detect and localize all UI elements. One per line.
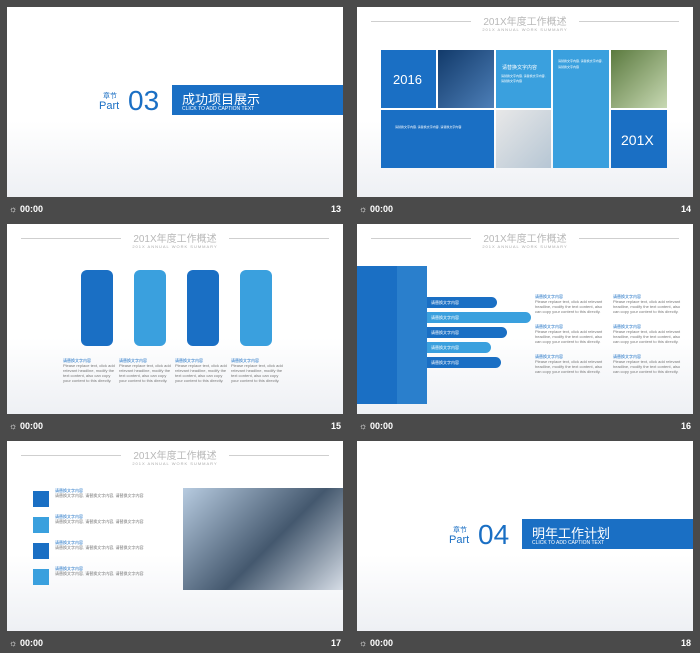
title-banner: 明年工作计划 CLICK TO ADD CAPTION TEXT xyxy=(522,519,693,549)
slide-heading: 201X年度工作概述 xyxy=(357,13,693,28)
duration: 00:00 xyxy=(370,204,394,214)
slide-canvas: 201X年度工作概述 201X ANNUAL WORK SUMMARY 请替换文… xyxy=(7,224,343,414)
text-column: 请替换文字内容, 请替换文字内容, 请替换文字内容 xyxy=(553,50,609,168)
text-column-body: 请替换文字内容, 请替换文字内容, 请替换文字内容 xyxy=(558,59,603,69)
camera-icon xyxy=(33,491,49,507)
status-bar: ☼ 00:00 18 xyxy=(357,635,693,653)
slide-heading: 201X年度工作概述 xyxy=(7,447,343,462)
step-card-2 xyxy=(134,270,166,346)
year-label-2: 201X xyxy=(621,132,654,148)
slide-thumb-15[interactable]: 201X年度工作概述 201X ANNUAL WORK SUMMARY 请替换文… xyxy=(7,224,343,436)
info-4: 请替换文字内容 Please replace text, click add re… xyxy=(613,324,681,344)
clock-icon: ☼ xyxy=(359,421,368,431)
arrow-5: 请替换文字内容 xyxy=(427,357,501,368)
part-label: Part xyxy=(449,534,470,546)
slide-number: 13 xyxy=(330,204,341,214)
slide-number: 18 xyxy=(680,638,691,648)
status-bar: ☼ 00:00 17 xyxy=(7,635,343,653)
slide-thumb-14[interactable]: 201X年度工作概述 201X ANNUAL WORK SUMMARY 2016… xyxy=(357,7,693,219)
slide-subheading: 201X ANNUAL WORK SUMMARY xyxy=(132,461,218,466)
caption-text: CLICK TO ADD CAPTION TEXT xyxy=(532,540,605,546)
slide-number: 15 xyxy=(330,421,341,431)
slide-heading: 201X年度工作概述 xyxy=(357,230,693,245)
slide-canvas: 201X年度工作概述 201X ANNUAL WORK SUMMARY 请替换文… xyxy=(7,441,343,631)
photo-desk xyxy=(496,110,551,168)
slide-thumb-13[interactable]: 章节 Part 03 成功项目展示 CLICK TO ADD CAPTION T… xyxy=(7,7,343,219)
step-card-1 xyxy=(81,270,113,346)
text-tile-body: 请替换文字内容, 请替换文字内容, 请替换文字内容 xyxy=(501,74,546,83)
slide-canvas: 章节 Part 03 成功项目展示 CLICK TO ADD CAPTION T… xyxy=(7,7,343,197)
gift-icon xyxy=(33,517,49,533)
info-1: 请替换文字内容 Please replace text, click add re… xyxy=(535,294,603,314)
list-item-2: 请替换文字内容 请替换文字内容, 请替换文字内容, 请替换文字内容 xyxy=(55,514,144,524)
duration: 00:00 xyxy=(370,638,394,648)
status-bar: ☼ 00:00 16 xyxy=(357,418,693,436)
slide-subheading: 201X ANNUAL WORK SUMMARY xyxy=(482,244,568,249)
photo-handshake xyxy=(183,488,343,590)
list-item-4: 请替换文字内容 请替换文字内容, 请替换文字内容, 请替换文字内容 xyxy=(55,566,144,576)
icon-column xyxy=(357,266,397,404)
part-number: 04 xyxy=(478,519,510,550)
duration: 00:00 xyxy=(20,421,44,431)
step-card-3 xyxy=(187,270,219,346)
arrow-4: 请替换文字内容 xyxy=(427,342,491,353)
arrow-3: 请替换文字内容 xyxy=(427,327,507,338)
grid-icon xyxy=(33,569,49,585)
slide-canvas: 章节 Part 04 明年工作计划 CLICK TO ADD CAPTION T… xyxy=(357,441,693,631)
status-bar: ☼ 00:00 14 xyxy=(357,201,693,219)
year-label: 2016 xyxy=(393,72,422,87)
info-5: 请替换文字内容 Please replace text, click add re… xyxy=(535,354,603,374)
slide-thumb-18[interactable]: 章节 Part 04 明年工作计划 CLICK TO ADD CAPTION T… xyxy=(357,441,693,653)
step-text-1: 请替换文字内容 Please replace text, click add r… xyxy=(63,358,115,383)
text-tile-title: 请替换文字内容 xyxy=(502,65,538,71)
photo-woman xyxy=(611,50,667,108)
step-text-2: 请替换文字内容 Please replace text, click add r… xyxy=(119,358,171,383)
slide-canvas: 201X年度工作概述 201X ANNUAL WORK SUMMARY 请替换文… xyxy=(357,224,693,414)
clock-icon: ☼ xyxy=(9,421,18,431)
info-2: 请替换文字内容 Please replace text, click add re… xyxy=(613,294,681,314)
step-card-4 xyxy=(240,270,272,346)
status-bar: ☼ 00:00 13 xyxy=(7,201,343,219)
duration: 00:00 xyxy=(20,204,44,214)
slide-thumb-16[interactable]: 201X年度工作概述 201X ANNUAL WORK SUMMARY 请替换文… xyxy=(357,224,693,436)
clock-icon: ☼ xyxy=(9,638,18,648)
slide-canvas: 201X年度工作概述 201X ANNUAL WORK SUMMARY 2016… xyxy=(357,7,693,197)
arrow-fan xyxy=(397,266,427,404)
info-3: 请替换文字内容 Please replace text, click add re… xyxy=(535,324,603,344)
part-label: Part xyxy=(99,100,120,112)
duration: 00:00 xyxy=(20,638,44,648)
slide-number: 14 xyxy=(680,204,691,214)
slide-thumb-17[interactable]: 201X年度工作概述 201X ANNUAL WORK SUMMARY 请替换文… xyxy=(7,441,343,653)
photo-tech xyxy=(438,50,494,108)
part-number: 03 xyxy=(128,85,160,116)
arrow-1: 请替换文字内容 xyxy=(427,297,497,308)
list-item-3: 请替换文字内容 请替换文字内容, 请替换文字内容, 请替换文字内容 xyxy=(55,540,144,550)
slide-number: 17 xyxy=(330,638,341,648)
slide-number: 16 xyxy=(680,421,691,431)
slide-heading: 201X年度工作概述 xyxy=(7,230,343,245)
step-text-3: 请替换文字内容 Please replace text, click add r… xyxy=(175,358,227,383)
arrow-2: 请替换文字内容 xyxy=(427,312,531,323)
info-6: 请替换文字内容 Please replace text, click add re… xyxy=(613,354,681,374)
star-icon xyxy=(33,543,49,559)
clock-icon: ☼ xyxy=(359,204,368,214)
year-tile: 2016 xyxy=(381,50,436,108)
text-tile: 请替换文字内容 请替换文字内容, 请替换文字内容, 请替换文字内容 xyxy=(496,50,551,108)
caption-text: CLICK TO ADD CAPTION TEXT xyxy=(182,106,255,112)
list-item-1: 请替换文字内容 请替换文字内容, 请替换文字内容, 请替换文字内容 xyxy=(55,488,144,498)
text-tile-wide-body: 请替换文字内容, 请替换文字内容, 请替换文字内容 xyxy=(395,125,462,129)
step-text-4: 请替换文字内容 Please replace text, click add r… xyxy=(231,358,283,383)
title-banner: 成功项目展示 CLICK TO ADD CAPTION TEXT xyxy=(172,85,343,115)
slide-subheading: 201X ANNUAL WORK SUMMARY xyxy=(132,244,218,249)
text-tile-wide: 请替换文字内容, 请替换文字内容, 请替换文字内容 xyxy=(381,110,494,168)
clock-icon: ☼ xyxy=(9,204,18,214)
year-tile-2: 201X xyxy=(611,110,667,168)
slide-subheading: 201X ANNUAL WORK SUMMARY xyxy=(482,27,568,32)
duration: 00:00 xyxy=(370,421,394,431)
clock-icon: ☼ xyxy=(359,638,368,648)
status-bar: ☼ 00:00 15 xyxy=(7,418,343,436)
